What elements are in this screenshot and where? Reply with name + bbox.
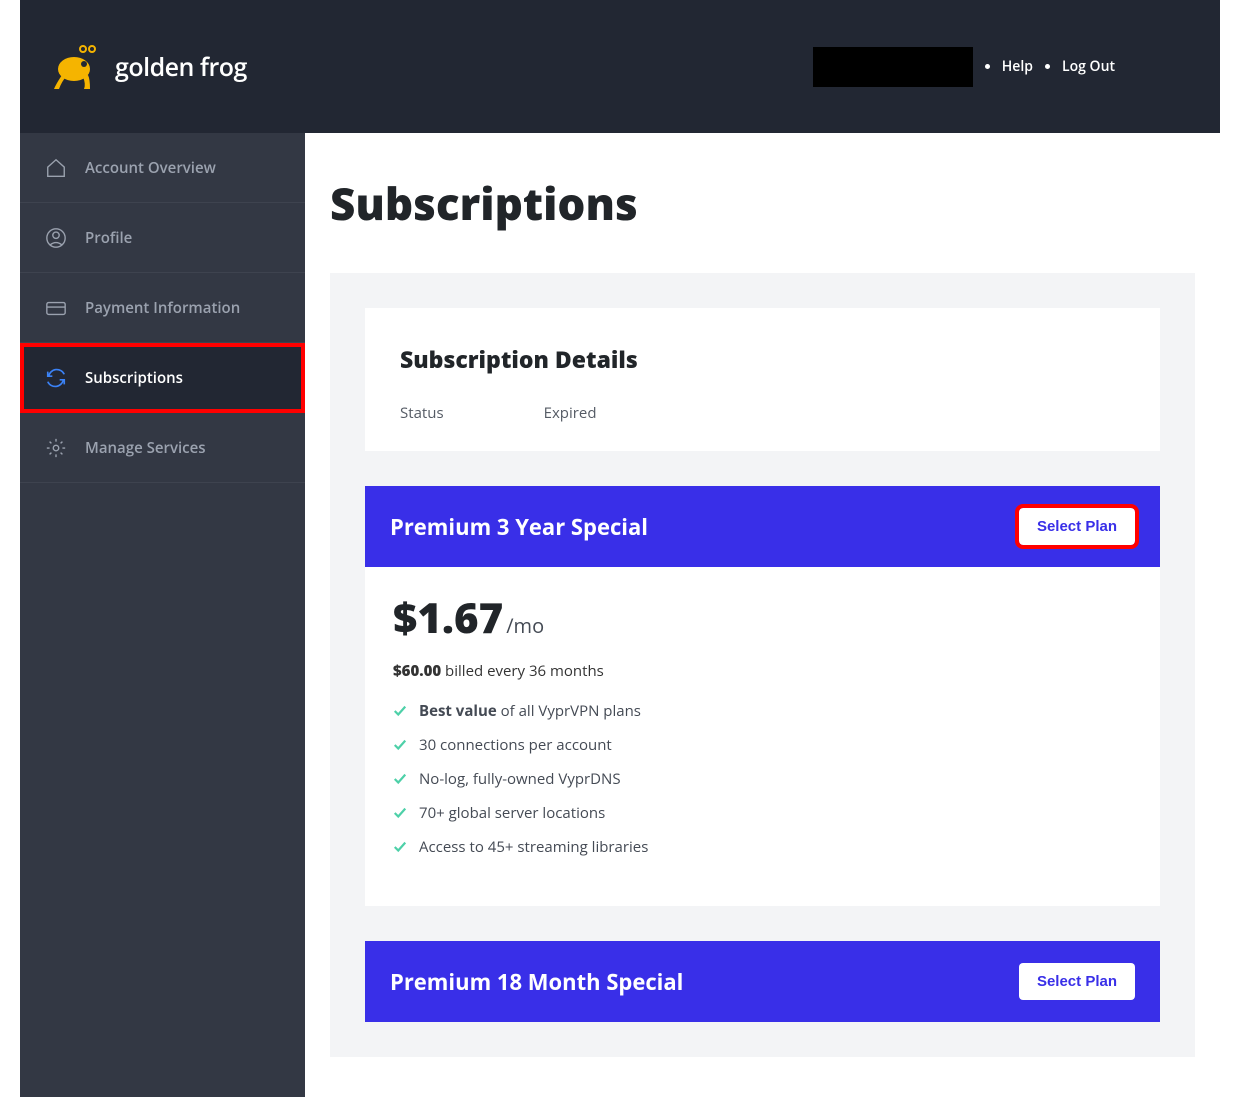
content-area: Subscription Details Status Expired Prem…	[330, 273, 1195, 1057]
check-icon	[393, 772, 407, 786]
plan-header: Premium 3 Year Special Select Plan	[365, 486, 1160, 567]
details-heading: Subscription Details	[400, 343, 1125, 375]
top-header: golden frog Help Log Out	[20, 0, 1220, 133]
sidebar-item-profile[interactable]: Profile	[20, 203, 305, 273]
subscription-details-card: Subscription Details Status Expired	[365, 308, 1160, 451]
price-amount: $1.67	[393, 589, 503, 646]
plan-card-18month: Premium 18 Month Special Select Plan	[365, 941, 1160, 1022]
brand-name: golden frog	[115, 50, 247, 84]
card-icon	[45, 297, 67, 319]
user-block	[813, 47, 973, 87]
logout-link[interactable]: Log Out	[1062, 57, 1115, 76]
price-line: $1.67 /mo	[393, 589, 1132, 646]
page-title: Subscriptions	[330, 173, 1195, 233]
sidebar-item-manage-services[interactable]: Manage Services	[20, 413, 305, 483]
sidebar: Account Overview Profile	[20, 133, 305, 1097]
check-icon	[393, 704, 407, 718]
brand-logo[interactable]: golden frog	[50, 39, 247, 94]
feature-item: Access to 45+ streaming libraries	[393, 837, 1132, 857]
price-period: /mo	[506, 612, 544, 639]
sidebar-item-label: Profile	[85, 228, 132, 248]
billed-amount: $60.00	[393, 661, 441, 681]
separator-dot	[1045, 64, 1050, 69]
status-row: Status Expired	[400, 403, 1125, 423]
sidebar-item-label: Account Overview	[85, 158, 216, 178]
feature-item: Best value of all VyprVPN plans	[393, 701, 1132, 721]
gear-icon	[45, 437, 67, 459]
sidebar-item-label: Subscriptions	[85, 368, 183, 388]
feature-item: 70+ global server locations	[393, 803, 1132, 823]
sidebar-item-label: Payment Information	[85, 298, 240, 318]
sidebar-item-payment-information[interactable]: Payment Information	[20, 273, 305, 343]
check-icon	[393, 840, 407, 854]
main-content: Subscriptions Subscription Details Statu…	[305, 133, 1220, 1097]
separator-dot	[985, 64, 990, 69]
home-icon	[45, 157, 67, 179]
sync-icon	[45, 367, 67, 389]
select-plan-button[interactable]: Select Plan	[1019, 963, 1135, 1000]
header-right: Help Log Out	[813, 47, 1115, 87]
profile-icon	[45, 227, 67, 249]
help-link[interactable]: Help	[1002, 57, 1033, 76]
status-value: Expired	[544, 403, 597, 423]
sidebar-item-label: Manage Services	[85, 438, 206, 458]
plan-title: Premium 3 Year Special	[390, 512, 648, 542]
plan-title: Premium 18 Month Special	[390, 967, 683, 997]
plan-header: Premium 18 Month Special Select Plan	[365, 941, 1160, 1022]
status-label: Status	[400, 403, 444, 423]
sidebar-item-subscriptions[interactable]: Subscriptions	[20, 343, 305, 413]
billing-line: $60.00 billed every 36 months	[393, 661, 1132, 681]
frog-icon	[50, 39, 105, 94]
billed-text: billed every 36 months	[441, 661, 604, 681]
check-icon	[393, 738, 407, 752]
feature-item: 30 connections per account	[393, 735, 1132, 755]
sidebar-item-account-overview[interactable]: Account Overview	[20, 133, 305, 203]
feature-item: No-log, fully-owned VyprDNS	[393, 769, 1132, 789]
select-plan-button[interactable]: Select Plan	[1019, 508, 1135, 545]
check-icon	[393, 806, 407, 820]
plan-card-3year: Premium 3 Year Special Select Plan $1.67…	[365, 486, 1160, 906]
